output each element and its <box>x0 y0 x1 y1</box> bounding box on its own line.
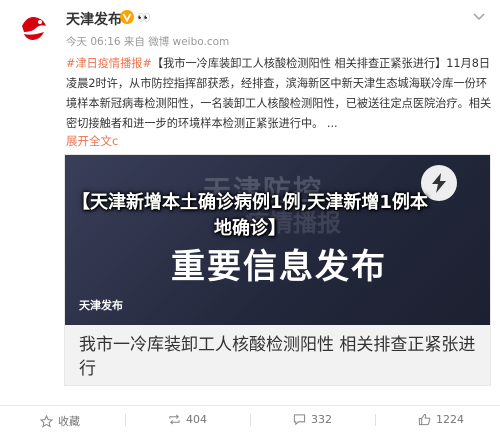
favorite-label: 收藏 <box>58 415 80 428</box>
repost-count: 404 <box>186 413 207 426</box>
comment-icon <box>293 414 306 426</box>
post-header: 天津发布 👀 今天 06:16 来自 微博 weibo.com <box>0 0 500 60</box>
thumbs-up-icon <box>418 413 431 426</box>
ellipsis: ... <box>326 117 338 130</box>
repost-button[interactable]: 404 <box>168 413 207 426</box>
repost-icon <box>169 414 180 425</box>
account-name[interactable]: 天津发布 <box>66 9 122 29</box>
divider <box>125 414 126 426</box>
post-meta: 今天 06:16 来自 微博 weibo.com <box>66 36 230 48</box>
avatar[interactable] <box>10 6 56 52</box>
divider <box>375 414 376 426</box>
comment-button[interactable]: 332 <box>293 413 332 426</box>
article-card[interactable]: 天津防控 疫情播报 重要信息发布 天津发布 我市一冷库装卸工人核酸检测阳性 相关… <box>64 154 491 386</box>
hashtag-link[interactable]: #津日疫情播报# <box>66 57 152 70</box>
favorite-icon <box>40 414 53 428</box>
favorite-button[interactable]: 收藏 <box>40 413 80 429</box>
verified-v-icon <box>120 10 134 24</box>
eyes-icon: 👀 <box>137 11 151 24</box>
comment-count: 332 <box>311 413 332 426</box>
expand-full-text-link[interactable]: 展开全文c <box>66 133 118 149</box>
chevron-down-icon[interactable] <box>472 12 486 22</box>
card-title: 我市一冷库装卸工人核酸检测阳性 相关排查正紧张进行 <box>79 335 476 379</box>
overlay-headline: 【天津新增本土确诊病例1例,天津新增1例本地确诊】 <box>72 192 428 239</box>
post-footer: 收藏 404 332 1224 <box>0 405 500 434</box>
post-text: #津日疫情播报#【我市一冷库装卸工人核酸检测阳性 相关排查正紧张进行】11月8日… <box>66 54 494 134</box>
tianjin-logo-icon <box>11 7 55 51</box>
card-caption: 天津发布 <box>79 299 123 312</box>
like-count: 1224 <box>436 413 464 426</box>
card-main-text: 重要信息发布 <box>171 247 387 287</box>
divider <box>250 414 251 426</box>
like-button[interactable]: 1224 <box>418 413 464 426</box>
